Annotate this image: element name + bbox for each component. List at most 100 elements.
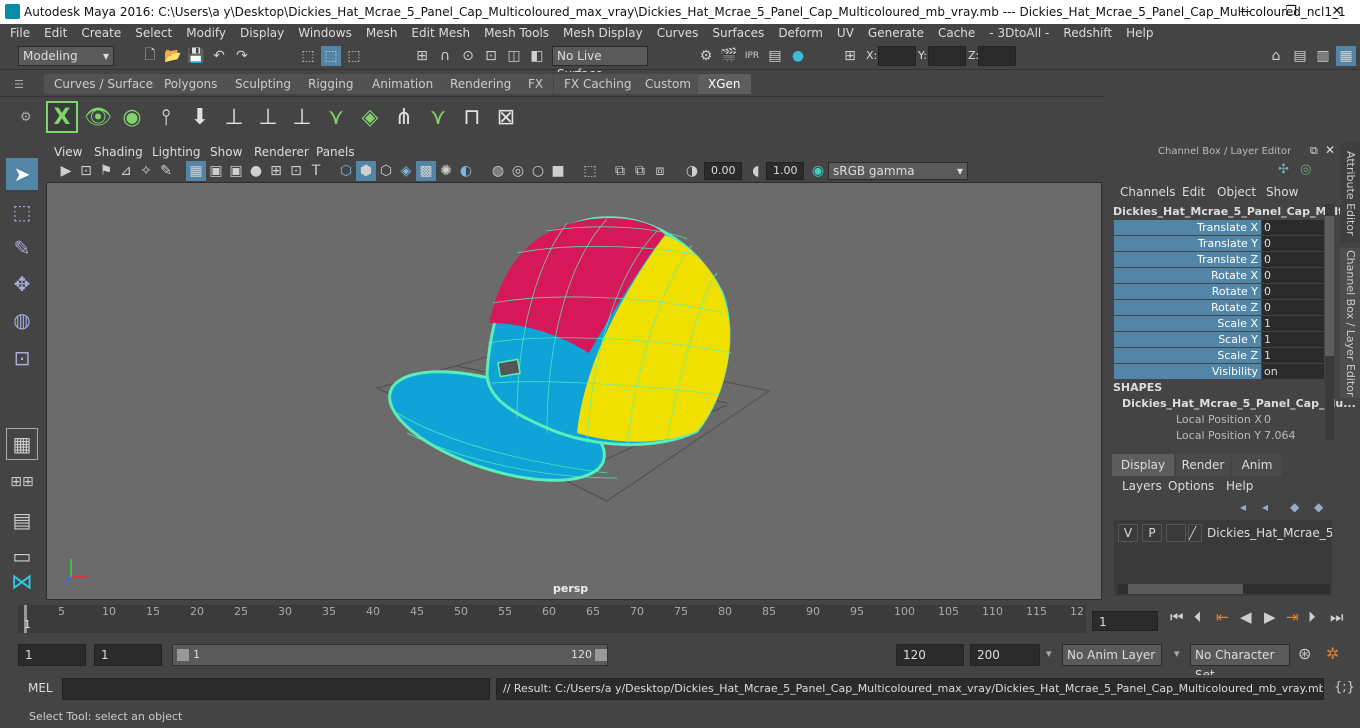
menu-curves[interactable]: Curves: [651, 26, 707, 40]
menu-generate[interactable]: Generate: [862, 26, 932, 40]
menu-create[interactable]: Create: [75, 26, 129, 40]
save-scene-icon[interactable]: 💾: [186, 46, 206, 66]
step-back-frame-icon[interactable]: ⏴: [1194, 608, 1202, 626]
move-layer-up-icon[interactable]: ◂: [1240, 500, 1246, 514]
field-chart-icon[interactable]: ⊞: [266, 161, 286, 181]
gamma-icon[interactable]: ◖: [746, 161, 766, 181]
menu-3dtoall[interactable]: - 3DtoAll -: [983, 26, 1057, 40]
transform-mode-icon[interactable]: ⊞: [840, 46, 860, 66]
xgen-sculpt-guide-icon[interactable]: ⊥: [218, 101, 250, 133]
menu-mesh[interactable]: Mesh: [360, 26, 406, 40]
xgen-rig-icon[interactable]: ⋔: [388, 101, 420, 133]
menu-mesh-display[interactable]: Mesh Display: [557, 26, 651, 40]
auto-key-icon[interactable]: ⊛: [1298, 644, 1311, 663]
xgen-guide-tool-icon[interactable]: ⊥: [252, 101, 284, 133]
character-set-dropdown[interactable]: No Character Set: [1190, 644, 1290, 682]
attribute-editor-toggle-icon[interactable]: ▤: [1290, 46, 1310, 66]
step-forward-key-icon[interactable]: ⇥: [1286, 608, 1299, 626]
attr-row[interactable]: Translate Y0: [1114, 236, 1324, 251]
float-panel-icon[interactable]: ⧉: [1310, 144, 1318, 158]
lasso-tool-icon[interactable]: ⬚: [6, 196, 38, 228]
attr-row[interactable]: Rotate Y0: [1114, 284, 1324, 299]
gamma-input[interactable]: 1.00: [766, 162, 804, 180]
menu-mesh-tools[interactable]: Mesh Tools: [478, 26, 557, 40]
animation-prefs-icon[interactable]: ✲: [1326, 644, 1339, 663]
menu-cache[interactable]: Cache: [932, 26, 983, 40]
close-panel-icon[interactable]: ✕: [1325, 143, 1335, 157]
smooth-shade-icon[interactable]: ⬢: [356, 161, 376, 181]
snap-view-icon[interactable]: ⊡: [481, 46, 501, 66]
camera-attributes-icon[interactable]: ⊡: [76, 161, 96, 181]
xgen-description-icon[interactable]: ◉: [116, 101, 148, 133]
go-to-start-icon[interactable]: ⏮: [1170, 608, 1184, 626]
panel-menu-panels[interactable]: Panels: [316, 145, 355, 159]
menu-surfaces[interactable]: Surfaces: [706, 26, 772, 40]
cb-menu-edit[interactable]: Edit: [1182, 185, 1205, 199]
snap-point-icon[interactable]: ⊙: [458, 46, 478, 66]
attr-row[interactable]: Scale Y1: [1114, 332, 1324, 347]
menu-file[interactable]: File: [4, 26, 38, 40]
ipr-render-icon[interactable]: IPR: [742, 46, 762, 66]
color-management-icon[interactable]: ◉: [808, 161, 828, 181]
move-tool-icon[interactable]: ✥: [6, 268, 38, 300]
panel-menu-show[interactable]: Show: [210, 145, 242, 159]
mel-input[interactable]: [62, 678, 490, 700]
xray-components-icon[interactable]: ⧈: [650, 161, 670, 181]
textured-icon[interactable]: ▩: [416, 161, 436, 181]
channel-box-side-tab[interactable]: Channel Box / Layer Editor: [1340, 248, 1360, 398]
exposure-icon[interactable]: ◑: [682, 161, 702, 181]
playback-end-input[interactable]: 120: [896, 644, 964, 666]
xgen-hair-icon[interactable]: ⋎: [422, 101, 454, 133]
layer-menu-help[interactable]: Help: [1226, 479, 1253, 493]
mel-label[interactable]: MEL: [28, 681, 53, 695]
undo-icon[interactable]: ↶: [209, 46, 229, 66]
menu-redshift[interactable]: Redshift: [1057, 26, 1120, 40]
exposure-input[interactable]: 0.00: [704, 162, 742, 180]
snap-curve-icon[interactable]: ∩: [435, 46, 455, 66]
menu-edit[interactable]: Edit: [38, 26, 75, 40]
gate-mask-icon[interactable]: ●: [246, 161, 266, 181]
select-by-hierarchy-icon[interactable]: ⬚: [298, 46, 318, 66]
shelf-tab-fx[interactable]: FX: [518, 74, 554, 94]
move-layer-down-icon[interactable]: ◂: [1262, 500, 1268, 514]
step-back-key-icon[interactable]: ⇤: [1216, 608, 1229, 626]
xgen-move-guide-icon[interactable]: ⬇: [184, 101, 216, 133]
colorspace-dropdown[interactable]: sRGB gamma ▾: [828, 162, 968, 180]
image-plane-icon[interactable]: ⊿: [116, 161, 136, 181]
safe-action-icon[interactable]: ⊡: [286, 161, 306, 181]
channel-box-options-icon[interactable]: ◎: [1300, 162, 1311, 177]
bookmark-icon[interactable]: ⚑: [96, 161, 116, 181]
attr-row[interactable]: Translate X0: [1114, 220, 1324, 235]
shelf-tab-rigging[interactable]: Rigging: [298, 74, 364, 94]
select-by-component-icon[interactable]: ⬚: [344, 46, 364, 66]
xgen-clump-icon[interactable]: ⊓: [456, 101, 488, 133]
layer-color-swatch[interactable]: ╱: [1188, 524, 1202, 542]
panel-menu-shading[interactable]: Shading: [94, 145, 143, 159]
live-surface-field[interactable]: No Live Surface: [552, 46, 648, 81]
xray-icon[interactable]: ⧉: [610, 161, 630, 181]
play-forwards-icon[interactable]: ▶: [1264, 608, 1276, 626]
xgen-editor-icon[interactable]: X: [46, 101, 78, 133]
layer-menu-layers[interactable]: Layers: [1122, 479, 1162, 493]
shelf-tab-fx-caching[interactable]: FX Caching: [554, 74, 642, 94]
animation-start-input[interactable]: 1: [18, 644, 86, 666]
attr-row[interactable]: Rotate X0: [1114, 268, 1324, 283]
range-start-handle[interactable]: [177, 649, 189, 661]
render-view-icon[interactable]: ▤: [765, 46, 785, 66]
xgen-preview-icon[interactable]: 👁: [82, 101, 114, 133]
tool-settings-toggle-icon[interactable]: ▥: [1313, 46, 1333, 66]
cb-menu-object[interactable]: Object: [1217, 185, 1256, 199]
cb-menu-show[interactable]: Show: [1266, 185, 1298, 199]
motion-blur-icon[interactable]: ◎: [508, 161, 528, 181]
shelf-tab-curves-surfaces[interactable]: Curves / Surfaces: [44, 74, 170, 94]
layer-menu-options[interactable]: Options: [1168, 479, 1214, 493]
wireframe-on-shaded-icon[interactable]: ⬡: [376, 161, 396, 181]
new-layer-selected-icon[interactable]: ◆: [1314, 500, 1323, 514]
layer-display-type-toggle[interactable]: [1166, 524, 1186, 542]
cb-menu-channels[interactable]: Channels: [1120, 185, 1176, 199]
z-coord-input[interactable]: [978, 46, 1016, 66]
shelf-tab-polygons[interactable]: Polygons: [154, 74, 228, 94]
outliner-layout-icon[interactable]: ▤: [6, 504, 38, 536]
attr-row[interactable]: Scale X1: [1114, 316, 1324, 331]
attr-row[interactable]: Visibility on: [1114, 364, 1324, 379]
